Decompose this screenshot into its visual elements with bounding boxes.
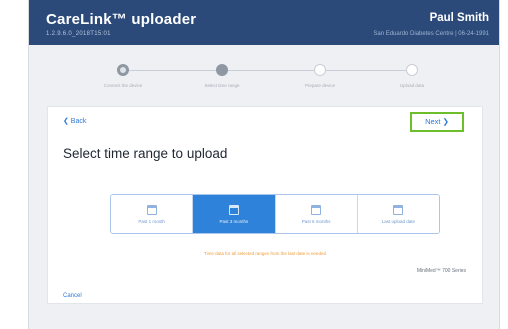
range-option-label: Past 1 month (138, 218, 165, 224)
step-1-label: Connect the device (103, 83, 143, 88)
range-option-3-months[interactable]: Past 3 months (193, 195, 276, 233)
range-option-last-upload[interactable]: Last upload date (357, 195, 439, 233)
range-option-1-month[interactable]: Past 1 month (111, 195, 194, 233)
range-option-6-months[interactable]: Past 6 months (275, 195, 358, 233)
cancel-link[interactable]: Cancel (63, 293, 82, 299)
time-range-selector: Past 1 month Past 3 months Past 6 months… (110, 194, 440, 234)
progress-stepper: Connect the device Select time range Pre… (29, 58, 499, 98)
range-option-label: Last upload date (381, 218, 416, 224)
calendar-icon (146, 204, 157, 215)
app-title: CareLink™ uploader (46, 11, 197, 28)
device-name: MiniMed™ 700 Series (416, 268, 466, 274)
step-2-indicator (216, 64, 228, 76)
step-connector (326, 70, 406, 71)
range-option-label: Past 3 months (219, 218, 249, 224)
step-4-indicator (406, 64, 418, 76)
step-connector (228, 70, 314, 71)
step-2-label: Select time range (204, 83, 240, 88)
app-header: CareLink™ uploader 1.2.9.6.0_2018T15:01 … (29, 0, 499, 45)
calendar-icon (228, 204, 239, 215)
range-warning-text: Time data for all selected ranges from t… (204, 251, 326, 256)
content-card: ❮ Back Next ❯ Select time range to uploa… (47, 106, 483, 304)
user-clinic: San Eduardo Diabetes Centre | 06-24-1991 (373, 31, 489, 37)
next-button[interactable]: Next ❯ (410, 112, 464, 132)
calendar-icon (393, 204, 404, 215)
step-connector (129, 70, 216, 71)
user-name: Paul Smith (429, 12, 489, 24)
step-3-indicator (314, 64, 326, 76)
step-1-indicator (117, 64, 129, 76)
step-4-label: Upload data (399, 83, 425, 88)
calendar-icon (311, 204, 322, 215)
step-3-label: Prepare device (304, 83, 336, 88)
app-version: 1.2.9.6.0_2018T15:01 (46, 31, 111, 37)
range-option-label: Past 6 months (301, 218, 331, 224)
page-title: Select time range to upload (63, 146, 228, 161)
uploader-window: CareLink™ uploader 1.2.9.6.0_2018T15:01 … (28, 0, 500, 329)
back-link[interactable]: ❮ Back (63, 117, 86, 125)
